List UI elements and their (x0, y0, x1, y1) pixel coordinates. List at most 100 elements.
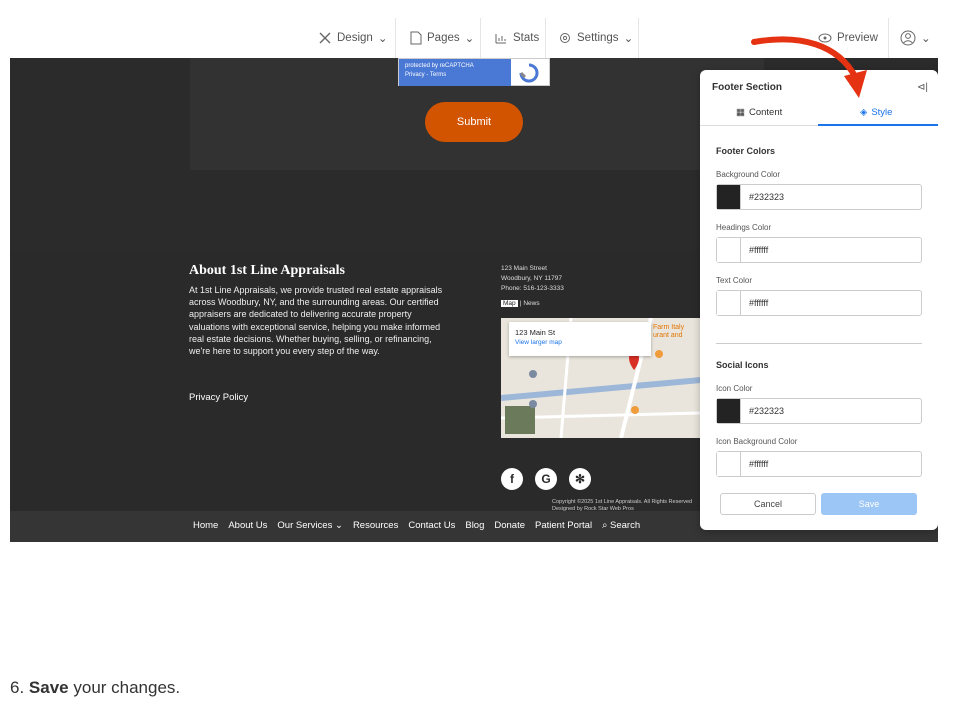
phone-number: Phone: 516-123-3333 (501, 284, 564, 292)
map-poi-name-2: urant and (653, 332, 683, 340)
topbar-separator (395, 18, 396, 58)
pages-menu[interactable]: Pages ⌄ (402, 24, 482, 52)
user-icon (900, 30, 916, 46)
color-swatch[interactable] (717, 185, 741, 209)
tab-news[interactable]: News (523, 300, 539, 307)
icon-color-value: #232323 (749, 406, 785, 416)
nav-services-label: Our Services (277, 520, 333, 531)
bg-color-label: Background Color (716, 170, 781, 179)
pages-label: Pages (427, 32, 460, 44)
icon-color-field[interactable]: #232323 (716, 398, 922, 424)
step-emphasis: Save (28, 678, 69, 697)
social-icons: f G ✻ (501, 468, 591, 490)
chevron-down-icon: ⌄ (921, 33, 931, 45)
nav-item-resources[interactable]: Resources (353, 520, 398, 531)
map-tabs: Map | News (501, 300, 540, 307)
topbar-separator (638, 18, 639, 58)
color-swatch[interactable] (717, 238, 741, 262)
page-icon (410, 31, 422, 45)
submit-button[interactable]: Submit (425, 102, 523, 142)
divider (716, 343, 922, 344)
topbar-separator (545, 18, 546, 58)
chevron-down-icon: ⌄ (623, 33, 634, 45)
nav-item-about[interactable]: About Us (228, 520, 267, 531)
form-container: protected by reCAPTCHA Privacy - Terms S… (190, 58, 764, 170)
section-footer-colors: Footer Colors (716, 146, 776, 156)
instruction-step: 6. Save your changes. (10, 678, 180, 698)
search-label: Search (610, 520, 641, 531)
search-icon: ⌕ (602, 520, 608, 531)
facebook-icon[interactable]: f (501, 468, 523, 490)
icon-bg-color-label: Icon Background Color (716, 437, 798, 446)
headings-color-value: #ffffff (749, 245, 769, 255)
annotation-arrow-icon (751, 36, 867, 98)
view-larger-map-link[interactable]: View larger map (515, 339, 645, 346)
tab-content[interactable]: ▦ Content (736, 107, 782, 118)
step-text: your changes. (73, 678, 181, 697)
stats-menu[interactable]: Stats (486, 24, 547, 52)
settings-label: Settings (577, 32, 619, 44)
nav-item-blog[interactable]: Blog (465, 520, 484, 531)
chevron-down-icon: ⌄ (377, 33, 388, 45)
text-color-label: Text Color (716, 276, 753, 285)
recaptcha-terms: Privacy - Terms (405, 72, 447, 78)
text-color-value: #ffffff (749, 298, 769, 308)
icon-bg-color-field[interactable]: #ffffff (716, 451, 922, 477)
tab-style-label: Style (871, 107, 893, 118)
design-label: Design (337, 32, 373, 44)
map-poi-name: Farm Italy (653, 324, 685, 331)
embedded-map[interactable]: 123 Main St View larger map Farm Italy u… (501, 318, 701, 438)
map-card-title: 123 Main St (515, 328, 556, 337)
active-tab-underline (818, 124, 938, 126)
color-swatch[interactable] (717, 399, 741, 423)
icon-bg-color-value: #ffffff (749, 459, 769, 469)
nav-item-contact[interactable]: Contact Us (408, 520, 455, 531)
nav-item-patient-portal[interactable]: Patient Portal (535, 520, 592, 531)
save-button[interactable]: Save (821, 493, 917, 515)
footer-address: 123 Main Street Woodbury, NY 11797 Phone… (501, 264, 564, 293)
chevron-down-icon: ⌄ (334, 520, 343, 531)
nav-item-search[interactable]: ⌕ Search (602, 520, 640, 531)
panel-tabs: ▦ Content ◈ Style (700, 104, 938, 126)
google-icon[interactable]: G (535, 468, 557, 490)
footer-about-text: At 1st Line Appraisals, we provide trust… (189, 285, 443, 357)
step-number: 6. (10, 678, 25, 697)
paint-bucket-icon: ◈ (860, 107, 868, 118)
color-swatch[interactable] (717, 291, 741, 315)
recaptcha-text: protected by reCAPTCHA (405, 63, 474, 69)
bg-color-field[interactable]: #232323 (716, 184, 922, 210)
cancel-button[interactable]: Cancel (720, 493, 816, 515)
nav-item-services[interactable]: Our Services ⌄ (277, 520, 343, 531)
address-line-2: Woodbury, NY 11797 (501, 274, 562, 282)
privacy-policy-link[interactable]: Privacy Policy (189, 392, 248, 403)
recaptcha-icon (519, 63, 539, 83)
footer-section-panel: Footer Section ⊲| ▦ Content ◈ Style Foot… (700, 70, 938, 530)
headings-color-label: Headings Color (716, 223, 772, 232)
stats-icon (495, 34, 506, 44)
copyright-line: Copyright ©2025 1st Line Appraisals. All… (552, 499, 693, 505)
topbar-separator (480, 18, 481, 58)
screenshot-frame: Design ⌄ Pages ⌄ Stats Settings ⌄ Previe… (10, 18, 938, 542)
topbar-separator (888, 18, 889, 58)
nav-item-donate[interactable]: Donate (494, 520, 525, 531)
grid-icon: ▦ (736, 107, 745, 118)
settings-menu[interactable]: Settings ⌄ (550, 24, 641, 52)
design-menu[interactable]: Design ⌄ (310, 24, 395, 52)
recaptcha-badge[interactable]: protected by reCAPTCHA Privacy - Terms (398, 58, 550, 86)
footer-heading: About 1st Line Appraisals (189, 263, 345, 278)
nav-item-home[interactable]: Home (193, 520, 218, 531)
headings-color-field[interactable]: #ffffff (716, 237, 922, 263)
map-info-card: 123 Main St View larger map (509, 322, 651, 356)
chevron-down-icon: ⌄ (464, 33, 475, 45)
tab-style[interactable]: ◈ Style (860, 107, 892, 118)
address-line-1: 123 Main Street (501, 265, 547, 272)
account-menu[interactable]: ⌄ (892, 24, 938, 52)
section-social-icons: Social Icons (716, 360, 769, 370)
color-swatch[interactable] (717, 452, 741, 476)
bg-color-value: #232323 (749, 192, 785, 202)
tab-map[interactable]: Map (501, 300, 518, 307)
yelp-icon[interactable]: ✻ (569, 468, 591, 490)
pin-icon[interactable]: ⊲| (917, 82, 928, 93)
gear-icon (560, 33, 570, 43)
text-color-field[interactable]: #ffffff (716, 290, 922, 316)
